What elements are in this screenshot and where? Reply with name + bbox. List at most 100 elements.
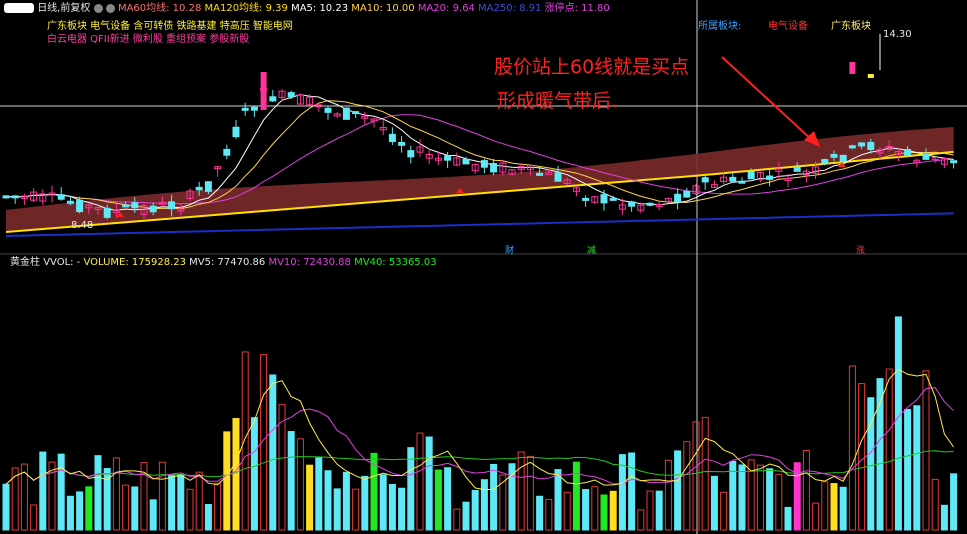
volume-header: 黄金柱 VVOL: - VOLUME: 175928.23 MV5: 77470… [10, 257, 437, 269]
ma60-label: MA60均线: 10.28 [117, 3, 202, 14]
volume-bar [57, 453, 65, 531]
candle-body [388, 133, 396, 143]
volume-bar [388, 483, 396, 531]
candle-body [66, 200, 74, 204]
candle-body [600, 194, 608, 204]
volume-indicator-name[interactable]: 黄金柱 [10, 257, 40, 268]
volume-bar [646, 490, 654, 531]
volume-bar [858, 383, 866, 531]
volume-bar [894, 316, 902, 531]
volume-bar [756, 464, 764, 531]
candle-body [674, 193, 682, 203]
volume-bar [738, 464, 746, 531]
volume-bar [379, 474, 387, 531]
volume-bar [490, 463, 498, 531]
mv40-label: MV40: 53365.03 [354, 257, 437, 268]
volume-bar [517, 451, 525, 531]
volume-bar [11, 467, 19, 531]
event-marker-finance[interactable]: 财 [505, 243, 514, 256]
volume-bar [683, 441, 691, 531]
candle-body [922, 153, 930, 160]
volume-bar [839, 486, 847, 531]
candle-body [149, 205, 157, 213]
candle-body [204, 181, 212, 192]
volume-bar [39, 451, 47, 531]
high-price-label: 14.30 [883, 29, 912, 40]
candle-body [103, 207, 111, 218]
candle-body [554, 172, 562, 182]
candle-body [848, 145, 856, 149]
event-marker-rise[interactable]: 涨 [856, 243, 865, 256]
candle-body [11, 195, 19, 199]
volume-bar [655, 490, 663, 531]
candle-body [738, 180, 746, 184]
volume-bar [195, 471, 203, 531]
candle-body [407, 150, 415, 158]
candle-body [646, 202, 654, 206]
volume-bar [940, 504, 948, 531]
candle-body [250, 106, 258, 111]
candle-body [821, 159, 829, 164]
volume-bar [214, 482, 222, 531]
volume-bar [131, 486, 139, 531]
candle-body [904, 148, 912, 156]
candle-body [729, 176, 737, 182]
volume-bar [674, 450, 682, 531]
volume-bar [30, 504, 38, 531]
volume-bar [324, 470, 332, 531]
volume-bar [296, 438, 304, 531]
volume-bar [572, 461, 580, 531]
block-label-sector[interactable]: 所属板块: [698, 21, 741, 33]
annotation-line2: 形成暖气带后. [497, 90, 618, 112]
volume-bar [775, 473, 783, 531]
volume-bar [315, 457, 323, 531]
volume-bar [122, 484, 130, 531]
candle-body [683, 190, 691, 198]
volume-bar [913, 405, 921, 531]
volume-bar [149, 499, 157, 531]
volume-bar [720, 491, 728, 531]
volume-bar [232, 418, 240, 531]
candle-body [830, 153, 838, 158]
volume-bar [269, 374, 277, 531]
chart-title[interactable]: 日线,前复权 [37, 3, 90, 14]
concept-tags-line1: 广东板块 电气设备 含可转债 铁路基建 特高压 智能电网 [47, 21, 293, 32]
candle-body [444, 155, 452, 161]
volume-bar [223, 431, 231, 531]
volume-bar [158, 461, 166, 531]
candle-body [241, 107, 249, 111]
mv10-label: MV10: 72430.88 [268, 257, 351, 268]
candle-body [324, 107, 332, 113]
volume-bar [701, 416, 709, 531]
concept-tags-line2: 白云电器 QFII新进 微利股 重组预案 参股新股 [47, 34, 250, 45]
settings-icon[interactable] [93, 3, 103, 13]
candle-body [609, 197, 617, 201]
candle-body [839, 154, 847, 162]
volume-bar [821, 481, 829, 531]
candle-body [232, 126, 240, 138]
volume-bar [867, 397, 875, 531]
volume-bar [582, 489, 590, 531]
candle-body [342, 107, 350, 120]
candle-body [747, 171, 755, 180]
event-marker-reduce[interactable]: 减 [587, 243, 596, 256]
block-label-guangdong[interactable]: 广东板块 [831, 21, 871, 33]
volume-bar [66, 495, 74, 531]
volume-bar [922, 370, 930, 531]
volume-bar [812, 502, 820, 531]
volume-bar [306, 464, 314, 531]
candle-body [950, 160, 958, 164]
volume-bars [2, 316, 958, 531]
volume-bar [76, 491, 84, 531]
volume-bar [545, 498, 553, 531]
volume-bar [950, 473, 958, 531]
info-icon[interactable] [105, 3, 115, 13]
block-label-electrical[interactable]: 电气设备 [768, 21, 808, 33]
volume-bar [434, 469, 442, 531]
volume-bar [664, 459, 672, 531]
volume-bar [112, 457, 120, 531]
volume-bar [848, 365, 856, 531]
mv40-line [5, 450, 954, 485]
volume-bar [766, 468, 774, 531]
candle-body [462, 158, 470, 165]
